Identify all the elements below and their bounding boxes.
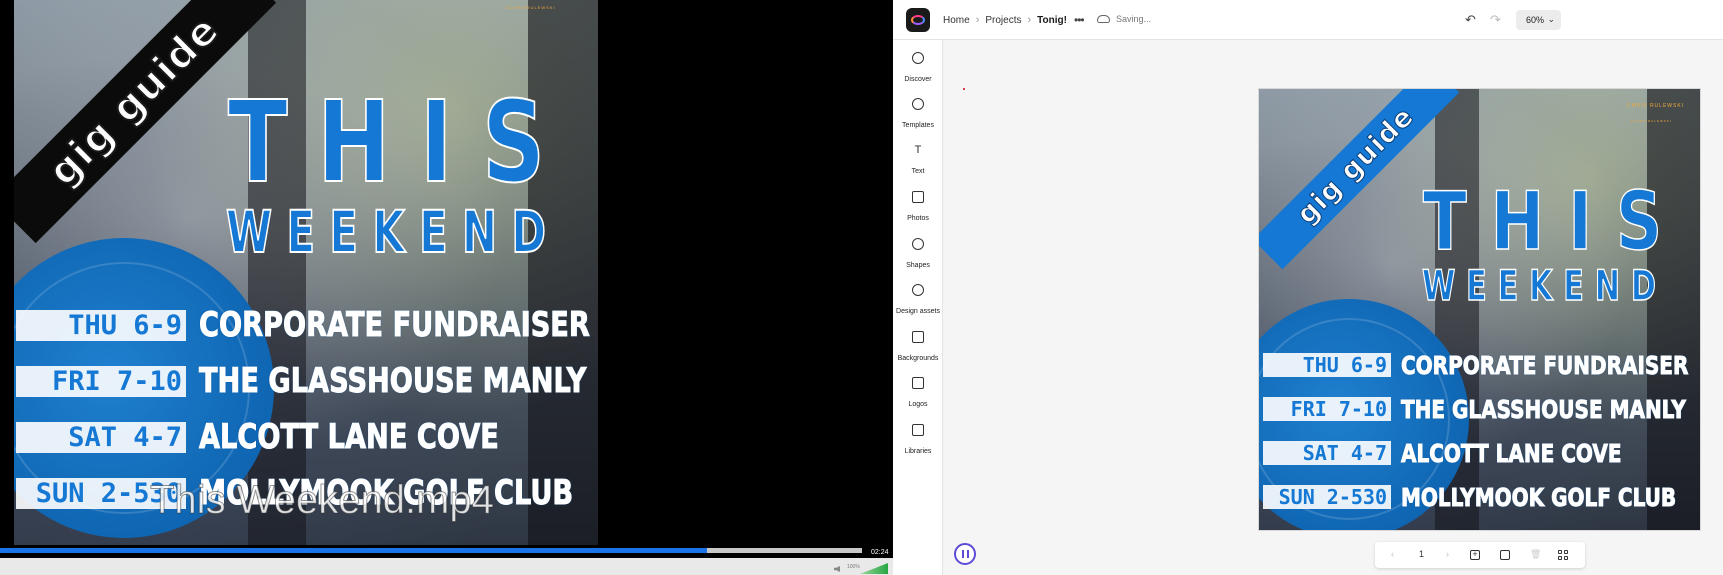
rail-item-photos[interactable]: Photos (893, 191, 943, 225)
video-frame[interactable]: gig guide #CHRISRULEWSKI THIS WEEKEND TH… (14, 0, 598, 545)
rail-item-backgrounds[interactable]: Backgrounds (893, 331, 943, 365)
discover-icon (912, 52, 924, 64)
gig-venue: ALCOTT LANE COVE (1401, 438, 1622, 468)
previous-page-icon[interactable]: ‹ (1391, 549, 1394, 559)
gig-row: SAT 4-7 ALCOTT LANE COVE (16, 409, 598, 465)
logos-icon (912, 377, 924, 389)
page-navigator: ‹ 1 › + 🗑 (1375, 542, 1585, 568)
gig-day: FRI 7-10 (1263, 397, 1391, 421)
canvas-poster[interactable]: gig guide CHRIS RULEWSKI #CHRISRULEWSKI … (1259, 89, 1700, 530)
breadcrumb-document-title[interactable]: Tonig! (1037, 15, 1067, 26)
rail-item-design-assets[interactable]: Design assets (893, 284, 943, 318)
gig-day: THU 6-9 (1263, 353, 1391, 377)
video-progress-bar[interactable] (0, 548, 862, 553)
chevron-right-icon: › (1027, 14, 1032, 26)
undo-icon[interactable]: ↶ (1465, 12, 1476, 28)
breadcrumb-home[interactable]: Home (943, 15, 970, 26)
gig-day: SAT 4-7 (16, 421, 186, 453)
editor-topbar: Home › Projects › Tonig! ••• Saving... ↶… (893, 0, 1723, 40)
rail-item-label: Discover (904, 76, 932, 83)
rail-item-label: Text (911, 168, 925, 175)
poster-credit: CHRIS RULEWSKI (1627, 103, 1685, 109)
save-status: Saving... (1116, 14, 1152, 24)
zoom-value: 60% (1526, 15, 1545, 25)
backgrounds-icon (912, 331, 924, 343)
rail-item-label: Design assets (896, 308, 940, 315)
poster-credit: #CHRISRULEWSKI (506, 5, 556, 10)
rail-item-shapes[interactable]: Shapes (893, 238, 943, 272)
gig-venue: CORPORATE FUNDRAISER (1401, 350, 1689, 380)
video-elapsed-time: 02:24 (871, 549, 889, 556)
pause-button[interactable] (954, 543, 976, 565)
poster-subtitle: WEEKEND (225, 197, 561, 267)
gig-venue: ALCOTT LANE COVE (199, 417, 500, 458)
video-player[interactable]: gig guide #CHRISRULEWSKI THIS WEEKEND TH… (0, 0, 893, 575)
poster-subtitle: WEEKEND (1421, 260, 1667, 311)
app-logo[interactable] (906, 8, 930, 32)
canvas-marker (963, 88, 965, 90)
gig-venue: MOLLYMOOK GOLF CLUB (1401, 482, 1677, 512)
gig-row: THU 6-9 CORPORATE FUNDRAISER (16, 297, 598, 353)
gig-day: SAT 4-7 (1263, 441, 1391, 465)
gig-day: THU 6-9 (16, 309, 186, 341)
next-page-icon[interactable]: › (1446, 549, 1449, 559)
gig-row: THU 6-9 CORPORATE FUNDRAISER (1263, 343, 1700, 387)
templates-icon (912, 98, 924, 110)
text-icon: T (914, 144, 922, 156)
chevron-right-icon: › (975, 14, 980, 26)
rail-item-logos[interactable]: Logos (893, 377, 943, 411)
delete-page-icon[interactable]: 🗑 (1530, 549, 1541, 560)
poster-title: THIS (1422, 174, 1687, 269)
pause-icon (961, 550, 969, 558)
zoom-select[interactable]: 60% ⌄ (1516, 10, 1561, 30)
rail-item-text[interactable]: T Text (893, 144, 943, 178)
rail-item-discover[interactable]: Discover (893, 52, 943, 86)
gig-venue: THE GLASSHOUSE MANLY (199, 361, 587, 402)
rail-item-label: Libraries (904, 448, 932, 455)
page-number: 1 (1419, 549, 1425, 559)
poster-gig-list: THU 6-9 CORPORATE FUNDRAISER FRI 7-10 TH… (1263, 343, 1700, 519)
gig-day: FRI 7-10 (16, 365, 186, 397)
photos-icon (912, 191, 924, 203)
poster-credit-sub: #CHRISRULEWSKI (1631, 119, 1672, 123)
gig-row: FRI 7-10 THE GLASSHOUSE MANLY (16, 353, 598, 409)
rail-item-libraries[interactable]: Libraries (893, 424, 943, 458)
gig-row: SAT 4-7 ALCOTT LANE COVE (1263, 431, 1700, 475)
cloud-sync-icon (1097, 15, 1110, 23)
app-logo-icon (911, 15, 925, 25)
rail-item-label: Shapes (906, 262, 930, 269)
gig-venue: CORPORATE FUNDRAISER (199, 305, 591, 346)
design-assets-icon (912, 284, 924, 296)
more-options-icon[interactable]: ••• (1074, 13, 1085, 27)
video-subtitle: This Weekend.mp4 (150, 478, 495, 523)
rail-item-label: Templates (902, 122, 934, 129)
grid-view-icon[interactable] (1558, 550, 1568, 560)
rail-item-label: Logos (908, 401, 928, 408)
libraries-icon (912, 424, 924, 436)
rail-item-label: Backgrounds (897, 355, 939, 362)
add-page-icon[interactable]: + (1470, 550, 1480, 560)
design-canvas[interactable]: gig guide CHRIS RULEWSKI #CHRISRULEWSKI … (1259, 89, 1700, 530)
volume-label: 100% (847, 564, 860, 570)
redo-icon[interactable]: ↷ (1490, 12, 1501, 28)
rail-item-label: Photos (907, 215, 929, 222)
duplicate-page-icon[interactable] (1500, 550, 1510, 560)
rail-item-templates[interactable]: Templates (893, 98, 943, 132)
breadcrumb-projects[interactable]: Projects (985, 15, 1021, 26)
gig-row: SUN 2-530 MOLLYMOOK GOLF CLUB (1263, 475, 1700, 519)
video-poster: gig guide #CHRISRULEWSKI THIS WEEKEND TH… (14, 0, 598, 545)
gig-venue: THE GLASSHOUSE MANLY (1401, 394, 1687, 424)
poster-title: THIS (227, 77, 575, 209)
left-tool-rail: Discover Templates T Text Photos Shapes … (893, 40, 943, 575)
video-control-strip (0, 558, 893, 575)
chevron-down-icon: ⌄ (1547, 14, 1555, 24)
breadcrumb: Home › Projects › Tonig! (943, 14, 1067, 26)
shapes-icon (912, 238, 924, 250)
gig-day: SUN 2-530 (1263, 485, 1391, 509)
design-editor: Home › Projects › Tonig! ••• Saving... ↶… (893, 0, 1723, 575)
gig-row: FRI 7-10 THE GLASSHOUSE MANLY (1263, 387, 1700, 431)
video-progress-fill (0, 548, 707, 553)
